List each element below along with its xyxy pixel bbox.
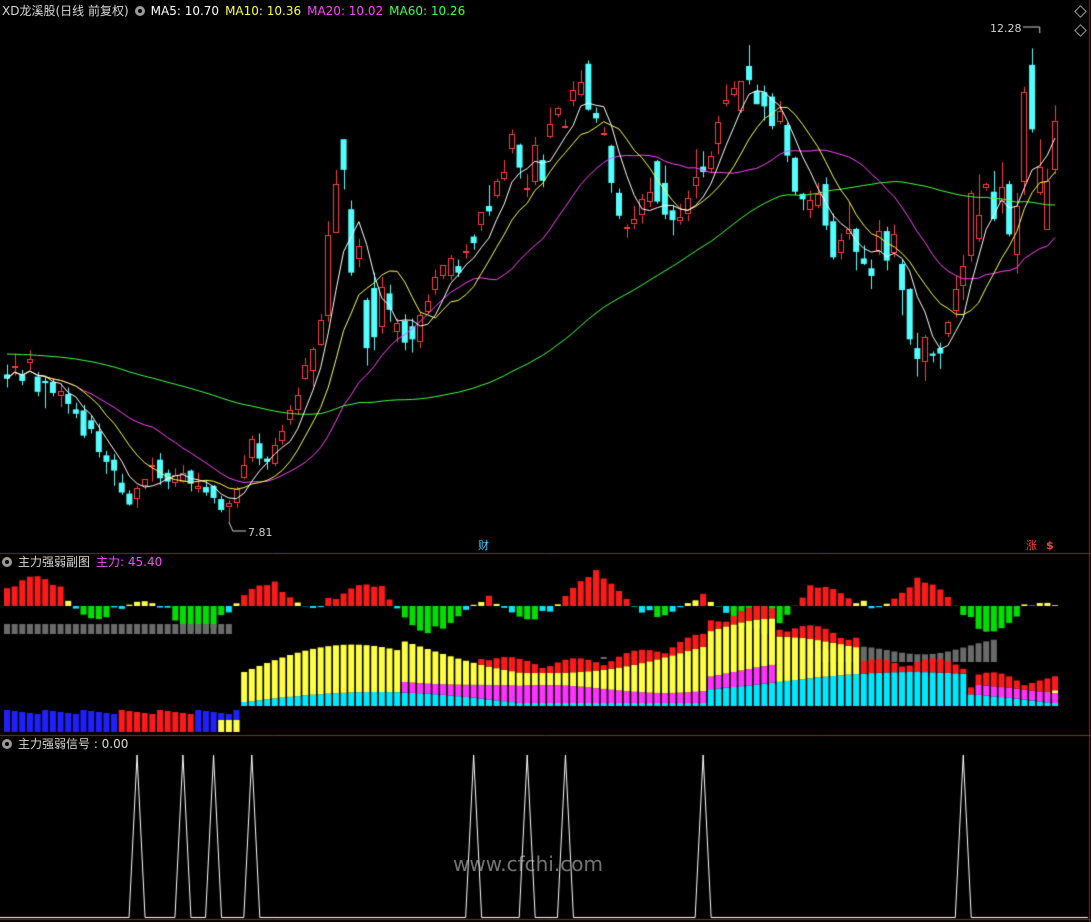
finance-tag[interactable]: 财 [478,539,489,552]
ma20-label: MA20: 10.02 [307,4,384,18]
sub-panel-2-header: 主力强弱信号 : 0.00 [2,736,134,752]
sub1-title[interactable]: 主力强弱副图 [18,555,90,569]
sub2-gear-icon[interactable] [2,739,12,749]
sub2-title[interactable]: 主力强弱信号 : 0.00 [18,737,128,751]
sub1-gear-icon[interactable] [2,557,12,567]
limit-up-tag[interactable]: 涨 [1026,539,1037,552]
chart-canvas[interactable] [0,0,1091,922]
ma60-label: MA60: 10.26 [389,4,466,18]
settings-gear-icon[interactable] [134,6,145,16]
ma5-label: MA5: 10.70 [150,4,220,18]
sub-panel-1-header: 主力强弱副图 主力: 45.40 [2,554,168,570]
stock-title[interactable]: XD龙溪股(日线 前复权) [2,4,129,18]
ma10-label: MA10: 10.36 [225,4,302,18]
low-price-label: 7.81 [248,526,273,539]
sub1-value: 主力: 45.40 [96,555,163,569]
watermark: www.cfchi.com [453,852,603,876]
main-header: XD龙溪股(日线 前复权) MA5: 10.70 MA10: 10.36 MA20: … [2,3,471,19]
dollar-icon[interactable]: $ [1046,539,1054,552]
high-price-label: 12.28 [990,22,1022,35]
